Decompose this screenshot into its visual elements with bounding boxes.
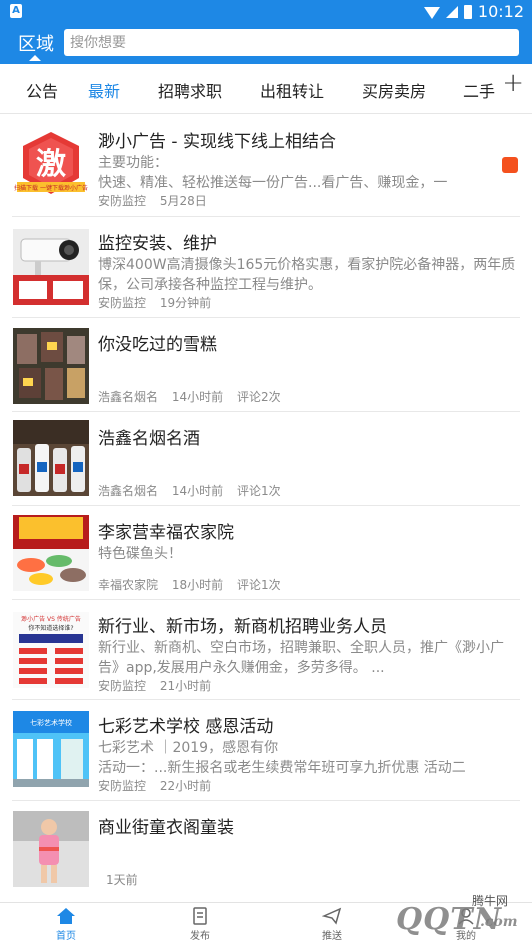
post-thumbnail: 激 扫描下载 一键下载渺小广告 bbox=[13, 128, 89, 204]
post-time: 18小时前 bbox=[171, 578, 224, 592]
list-item[interactable]: 监控安装、维护 博深400W高清摄像头165元价格实惠，看家护院必备神器，两年质… bbox=[0, 217, 532, 318]
wifi-icon bbox=[423, 6, 440, 19]
poster-question-text: 你不知道选择谁? bbox=[28, 624, 73, 632]
status-bar: A 10:12 bbox=[0, 0, 532, 24]
hot-badge-icon bbox=[502, 157, 518, 173]
list-item[interactable]: 商业街童衣阁童装 1天前 bbox=[0, 801, 532, 901]
tab-latest[interactable]: 最新 bbox=[88, 78, 120, 102]
list-item[interactable]: 浩鑫名烟名酒 浩鑫名烟名 14小时前 评论1次 bbox=[0, 412, 532, 506]
post-title: 你没吃过的雪糕 bbox=[98, 335, 217, 355]
post-thumbnail bbox=[13, 811, 89, 887]
region-selector[interactable]: 区域 bbox=[18, 30, 54, 56]
caret-up-icon bbox=[29, 55, 41, 61]
post-desc: 特色碟鱼头！ bbox=[98, 546, 182, 562]
post-title: 渺小广告 - 实现线下线上相结合 bbox=[98, 132, 336, 152]
post-comments: 评论1次 bbox=[236, 484, 281, 498]
post-desc: 新行业、新商机、空白市场，招聘兼职、全职人员，推广《渺小广告》app,发展用户永… bbox=[98, 640, 504, 676]
system-indicators: 10:12 bbox=[423, 2, 524, 21]
school-sign-text: 七彩艺术学校 bbox=[30, 718, 72, 727]
post-meta: 安防监控 19分钟前 bbox=[98, 294, 221, 311]
post-desc: 博深400W高清摄像头165元价格实惠，看家护院必备神器，两年质保，公司承接各种… bbox=[98, 257, 516, 293]
poster-brand-text: 渺小广告 VS 传统广告 bbox=[21, 615, 81, 623]
post-meta: 1天前 bbox=[106, 871, 148, 888]
post-title: 七彩艺术学校 感恩活动 bbox=[98, 717, 274, 737]
tab-jobs[interactable]: 招聘求职 bbox=[158, 78, 222, 102]
notification-icon: A bbox=[10, 4, 22, 18]
home-icon bbox=[57, 908, 75, 924]
post-category: 安防监控 bbox=[98, 779, 147, 793]
watermark-domain: .com bbox=[480, 914, 518, 930]
tab-real-estate[interactable]: 买房卖房 bbox=[362, 78, 426, 102]
post-meta: 安防监控 21小时前 bbox=[98, 677, 221, 694]
post-desc: 主要功能： 快速、精准、轻松推送每一份广告...看广告、赚现金，一 bbox=[98, 155, 448, 191]
post-thumbnail bbox=[13, 515, 89, 591]
post-time: 5月28日 bbox=[159, 194, 207, 208]
post-title: 浩鑫名烟名酒 bbox=[98, 429, 200, 449]
status-time: 10:12 bbox=[477, 2, 524, 21]
ad-ribbon-text: 扫描下载 一键下载渺小广告 bbox=[14, 184, 88, 192]
post-time: 22小时前 bbox=[159, 779, 212, 793]
ad-logo-char: 激 bbox=[36, 147, 66, 182]
top-bar: 区域 bbox=[0, 24, 532, 64]
post-title: 李家营幸福农家院 bbox=[98, 523, 234, 543]
post-meta: 安防监控 5月28日 bbox=[98, 192, 217, 209]
post-title: 商业街童衣阁童装 bbox=[98, 818, 234, 838]
post-meta: 浩鑫名烟名 14小时前 评论1次 bbox=[98, 482, 291, 499]
battery-icon bbox=[463, 4, 472, 19]
post-comments: 评论2次 bbox=[236, 390, 281, 404]
nav-home-label: 首页 bbox=[56, 931, 76, 942]
category-tabs: 公告 最新 招聘求职 出租转让 买房卖房 二手 + bbox=[0, 64, 532, 114]
nav-publish-label: 发布 bbox=[190, 931, 210, 942]
post-time: 19分钟前 bbox=[159, 296, 212, 310]
post-thumbnail: 七彩艺术学校 bbox=[13, 711, 89, 787]
signal-icon bbox=[445, 5, 458, 18]
post-category: 安防监控 bbox=[98, 679, 147, 693]
list-item[interactable]: 渺小广告 VS 传统广告 你不知道选择谁? 新行业、新市场，新商机招聘业务人员 … bbox=[0, 600, 532, 700]
post-time: 14小时前 bbox=[171, 484, 224, 498]
watermark: 腾牛网 QQTN .com bbox=[330, 890, 530, 944]
tab-announcements[interactable]: 公告 bbox=[26, 78, 58, 102]
document-edit-icon bbox=[193, 907, 207, 925]
search-input[interactable] bbox=[64, 29, 519, 56]
post-title: 新行业、新市场，新商机招聘业务人员 bbox=[98, 617, 387, 637]
post-title: 监控安装、维护 bbox=[98, 234, 217, 254]
add-tab-icon[interactable]: + bbox=[502, 68, 524, 98]
post-thumbnail bbox=[13, 420, 89, 496]
post-desc: 七彩艺术 ｜2019，感恩有你 活动一：...新生报名或老生续费常年班可享九折优… bbox=[98, 740, 466, 776]
nav-home[interactable]: 首页 bbox=[36, 907, 96, 942]
post-meta: 浩鑫名烟名 14小时前 评论2次 bbox=[98, 388, 291, 405]
post-category: 浩鑫名烟名 bbox=[98, 484, 158, 498]
post-meta: 安防监控 22小时前 bbox=[98, 777, 221, 794]
list-item[interactable]: 李家营幸福农家院 特色碟鱼头！ 幸福农家院 18小时前 评论1次 bbox=[0, 506, 532, 600]
list-item[interactable]: 你没吃过的雪糕 浩鑫名烟名 14小时前 评论2次 bbox=[0, 318, 532, 412]
post-category: 安防监控 bbox=[98, 194, 147, 208]
post-meta: 幸福农家院 18小时前 评论1次 bbox=[98, 576, 291, 593]
list-item[interactable]: 七彩艺术学校 七彩艺术学校 感恩活动 七彩艺术 ｜2019，感恩有你 活动一：.… bbox=[0, 700, 532, 801]
post-category: 幸福农家院 bbox=[98, 578, 158, 592]
post-time: 14小时前 bbox=[171, 390, 224, 404]
tab-rent-transfer[interactable]: 出租转让 bbox=[260, 78, 324, 102]
post-time: 1天前 bbox=[106, 873, 138, 887]
post-thumbnail: 渺小广告 VS 传统广告 你不知道选择谁? bbox=[13, 612, 89, 688]
nav-publish[interactable]: 发布 bbox=[170, 907, 230, 942]
post-category: 浩鑫名烟名 bbox=[98, 390, 158, 404]
post-time: 21小时前 bbox=[159, 679, 212, 693]
tab-second-hand[interactable]: 二手 bbox=[463, 78, 495, 102]
post-comments: 评论1次 bbox=[236, 578, 281, 592]
post-category: 安防监控 bbox=[98, 296, 147, 310]
post-thumbnail bbox=[13, 229, 89, 305]
list-item[interactable]: 激 扫描下载 一键下载渺小广告 渺小广告 - 实现线下线上相结合 主要功能： 快… bbox=[0, 115, 532, 217]
post-thumbnail bbox=[13, 328, 89, 404]
